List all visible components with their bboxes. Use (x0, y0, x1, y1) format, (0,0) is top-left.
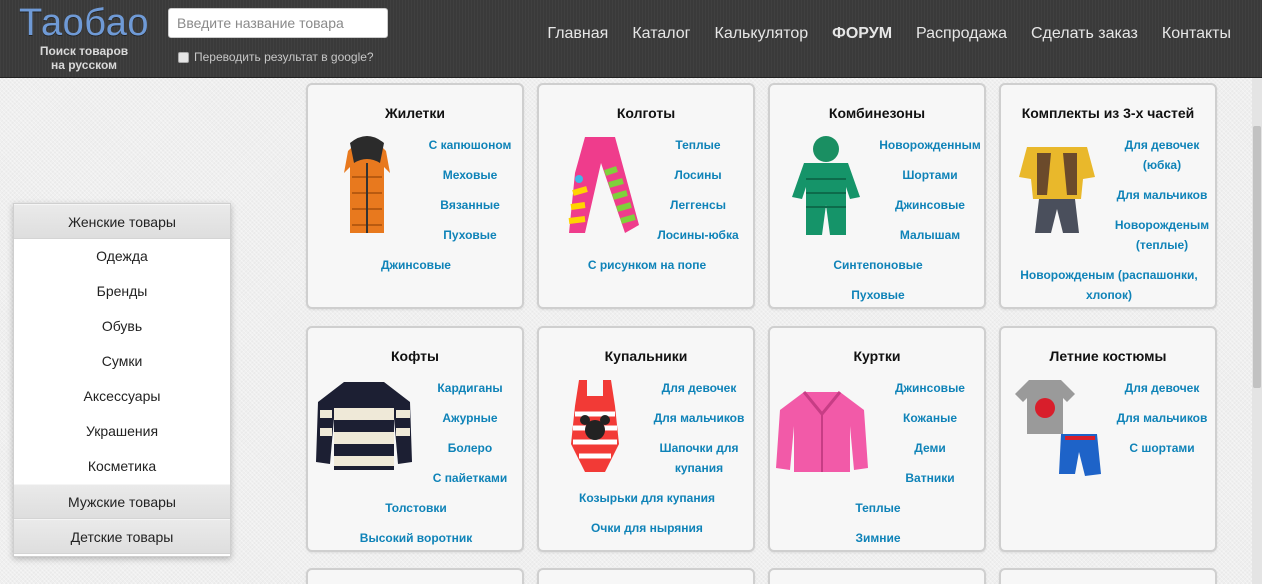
main-nav: Главная Каталог Калькулятор ФОРУМ Распро… (523, 24, 1231, 44)
card-link[interactable]: Леггенсы (649, 195, 747, 215)
card-link[interactable]: Для девочек (юбка) (1105, 135, 1219, 175)
category-card-partial (306, 568, 524, 584)
card-link[interactable]: С пайетками (424, 468, 516, 488)
card-link[interactable]: Ватники (880, 468, 980, 488)
category-card-overalls: Комбинезоны Новорожденным Шортами Джинсо… (768, 83, 986, 309)
card-link[interactable]: Пуховые (778, 285, 978, 305)
card-link[interactable]: Кардиганы (424, 378, 516, 398)
nav-sale[interactable]: Распродажа (916, 24, 1007, 44)
overalls-image[interactable] (790, 135, 862, 239)
translate-option[interactable]: Переводить результат в google? (178, 50, 374, 64)
jacket-image[interactable] (774, 390, 870, 474)
sweater-image[interactable] (314, 378, 414, 474)
sidebar-item-brands[interactable]: Бренды (14, 274, 230, 309)
card-link[interactable]: Для мальчиков (1105, 185, 1219, 205)
card-link[interactable]: Пуховые (424, 225, 516, 245)
card-link[interactable]: Лосины (649, 165, 747, 185)
tights-image[interactable] (555, 133, 647, 237)
card-link[interactable]: Кожаные (880, 408, 980, 428)
translate-label: Переводить результат в google? (194, 50, 374, 64)
card-link[interactable]: Очки для ныряния (547, 518, 747, 538)
sidebar-item-shoes[interactable]: Обувь (14, 309, 230, 344)
card-link[interactable]: Для девочек (643, 378, 755, 398)
category-card-partial (768, 568, 986, 584)
card-title: Кофты (391, 348, 439, 364)
card-link[interactable]: Деми (880, 438, 980, 458)
category-card-partial (999, 568, 1217, 584)
site-logo[interactable]: Таобао Поиск товаров на русском (14, 2, 154, 72)
card-link[interactable]: С шортами (1109, 438, 1215, 458)
swimsuit-image[interactable] (565, 378, 625, 478)
card-title: Комплекты из 3-х частей (1021, 105, 1195, 121)
card-link[interactable]: Болеро (424, 438, 516, 458)
nav-catalog[interactable]: Каталог (632, 24, 690, 44)
card-link[interactable]: Меховые (424, 165, 516, 185)
logo-subtitle-line-2: на русском (50, 58, 118, 72)
card-link[interactable]: Новорожденым (распашонки, хлопок) (1009, 265, 1209, 305)
card-link[interactable]: Зимние (778, 528, 978, 548)
nav-contacts[interactable]: Контакты (1162, 24, 1231, 44)
logo-title: Таобао (19, 2, 149, 44)
card-link[interactable]: Лосины-юбка (649, 225, 747, 245)
card-title: Куртки (853, 348, 901, 364)
card-title: Комбинезоны (828, 105, 926, 121)
sidebar-section-kids[interactable]: Детские товары (14, 519, 230, 554)
three-piece-set-image[interactable] (1017, 133, 1097, 237)
card-link[interactable]: Шапочки для купания (643, 438, 755, 478)
card-link[interactable]: Теплые (778, 498, 978, 518)
category-card-vests: Жилетки С капюшоном Меховые Вязанные Пух… (306, 83, 524, 309)
card-link[interactable]: Джинсовые (316, 255, 516, 275)
card-link[interactable]: Новорожденным (870, 135, 990, 155)
sidebar-item-clothing[interactable]: Одежда (14, 239, 230, 274)
card-link[interactable]: Малышам (870, 225, 990, 245)
card-link[interactable]: Теплые (649, 135, 747, 155)
category-card-sweaters: Кофты Кардиганы Ажурные Болеро С пайетка… (306, 326, 524, 552)
card-title: Жилетки (384, 105, 446, 121)
card-link[interactable]: Шортами (870, 165, 990, 185)
category-card-jackets: Куртки Джинсовые Кожаные Деми Ватники Те… (768, 326, 986, 552)
card-link[interactable]: Толстовки (316, 498, 516, 518)
category-card-three-piece-sets: Комплекты из 3-х частей Для девочек (юбк… (999, 83, 1217, 309)
card-link[interactable]: Для мальчиков (643, 408, 755, 428)
sidebar-item-accessories[interactable]: Аксессуары (14, 379, 230, 414)
card-title: Колготы (616, 105, 676, 121)
sidebar-item-cosmetics[interactable]: Косметика (14, 449, 230, 484)
translate-checkbox[interactable] (178, 51, 189, 63)
category-sidebar: Женские товары Одежда Бренды Обувь Сумки… (13, 203, 231, 557)
card-link[interactable]: Вязанные (424, 195, 516, 215)
logo-subtitle-line-1: Поиск товаров (39, 44, 129, 58)
card-link[interactable]: Джинсовые (870, 195, 990, 215)
sidebar-item-jewelry[interactable]: Украшения (14, 414, 230, 449)
card-link[interactable]: Для девочек (1109, 378, 1215, 398)
card-link[interactable]: Высокий воротник (316, 528, 516, 548)
card-link[interactable]: Для мальчиков (1109, 408, 1215, 428)
page-scrollbar[interactable] (1252, 78, 1262, 584)
card-link[interactable]: Синтепоновые (778, 255, 978, 275)
sidebar-section-men[interactable]: Мужские товары (14, 484, 230, 519)
category-card-partial (537, 568, 755, 584)
sidebar-item-bags[interactable]: Сумки (14, 344, 230, 379)
category-card-summer-suits: Летние костюмы Для девочек Для мальчиков… (999, 326, 1217, 552)
scrollbar-thumb[interactable] (1253, 126, 1261, 388)
summer-suit-image[interactable] (1015, 378, 1103, 478)
nav-calculator[interactable]: Калькулятор (715, 24, 809, 44)
nav-home[interactable]: Главная (547, 24, 608, 44)
search-input[interactable] (168, 8, 388, 38)
card-link[interactable]: С капюшоном (424, 135, 516, 155)
card-link[interactable]: Козырьки для купания (547, 488, 747, 508)
card-link[interactable]: Джинсовые (880, 378, 980, 398)
category-card-swimsuits: Купальники Для девочек Для мальчиков Шап… (537, 326, 755, 552)
card-title: Купальники (604, 348, 688, 364)
card-link[interactable]: Новорожденым (теплые) (1105, 215, 1219, 255)
top-header: Таобао Поиск товаров на русском Переводи… (0, 0, 1262, 78)
nav-order[interactable]: Сделать заказ (1031, 24, 1138, 44)
nav-forum[interactable]: ФОРУМ (832, 24, 892, 44)
category-card-tights: Колготы Теплые Лосины Леггенсы Лосины-юб… (537, 83, 755, 309)
card-link[interactable]: Ажурные (424, 408, 516, 428)
vest-image[interactable] (334, 133, 400, 237)
card-link[interactable]: С рисунком на попе (547, 255, 747, 275)
sidebar-section-women[interactable]: Женские товары (14, 204, 230, 239)
card-title: Летние костюмы (1049, 348, 1167, 364)
